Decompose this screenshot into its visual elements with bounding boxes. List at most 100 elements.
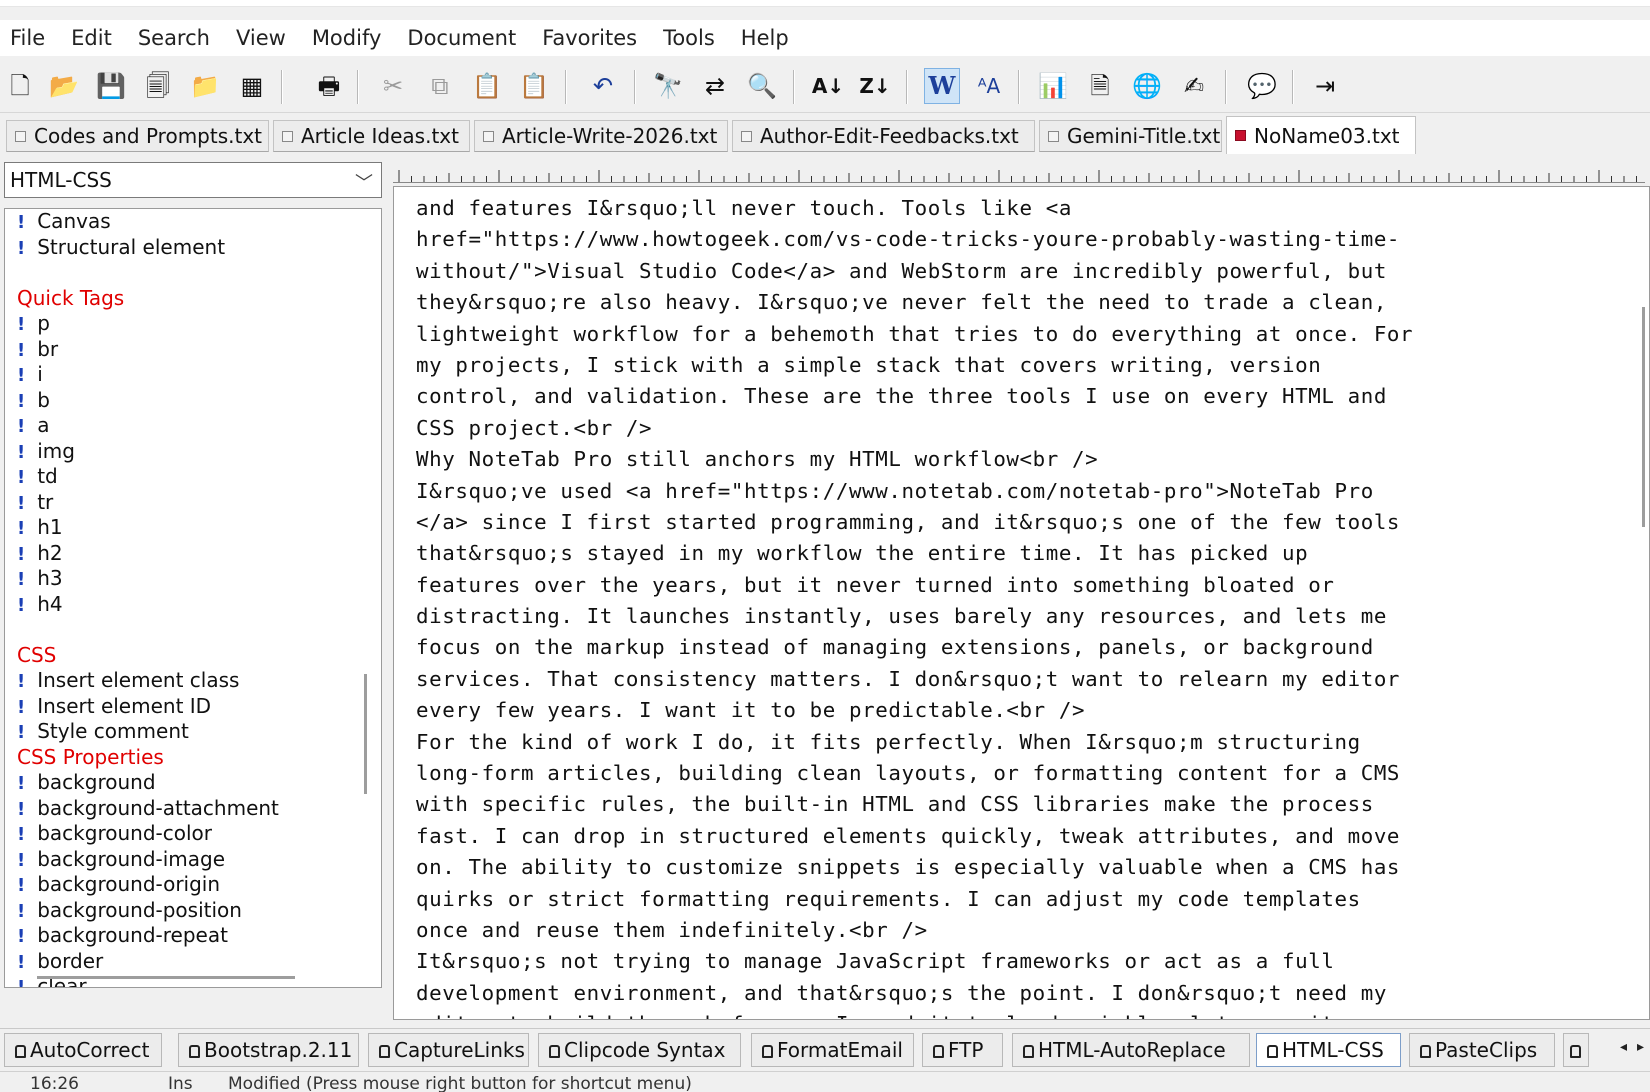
clip-item[interactable]: ! Style comment: [17, 719, 361, 745]
copy-icon[interactable]: ⧉: [422, 68, 458, 104]
menu-view[interactable]: View: [223, 26, 299, 50]
clip-marker-icon: !: [17, 518, 26, 539]
paste-special-icon[interactable]: 📋: [516, 68, 552, 104]
browser-preview-icon[interactable]: 🌐: [1129, 68, 1165, 104]
menu-document[interactable]: Document: [394, 26, 529, 50]
word-wrap-icon[interactable]: W: [924, 68, 960, 104]
menu-file[interactable]: File: [0, 26, 58, 50]
clip-list-hscrollbar[interactable]: [37, 976, 295, 979]
open-folder-icon[interactable]: 📂: [46, 68, 82, 104]
new-document-icon[interactable]: 🗋: [2, 68, 38, 104]
font-size-icon[interactable]: ᴬA: [971, 68, 1007, 104]
clipbook-tab-html-css[interactable]: HTML-CSS: [1256, 1033, 1401, 1067]
clip-item[interactable]: ! p: [17, 311, 361, 337]
spell-check-icon[interactable]: ✍: [1176, 68, 1212, 104]
print-icon[interactable]: 🖶: [311, 68, 347, 104]
editor-line: every few years. I want it to be predict…: [416, 698, 1086, 723]
clip-item[interactable]: ! td: [17, 464, 361, 490]
clip-item[interactable]: ! border: [17, 949, 361, 975]
clip-item[interactable]: ! background-color: [17, 821, 361, 847]
clip-item[interactable]: ! a: [17, 413, 361, 439]
open-favorite-icon[interactable]: 📁: [187, 68, 223, 104]
statistics-icon[interactable]: 📊: [1035, 68, 1071, 104]
clipbook-tab-html-autoreplace[interactable]: HTML-AutoReplace: [1012, 1033, 1250, 1067]
clip-item[interactable]: ! background-attachment: [17, 796, 361, 822]
clip-item-label: h2: [37, 540, 63, 565]
clip-item[interactable]: ! tr: [17, 490, 361, 516]
replace-icon[interactable]: ⇄: [697, 68, 733, 104]
clip-item[interactable]: ! Structural element: [17, 235, 361, 261]
editor-line: focus on the markup instead of managing …: [416, 635, 1374, 660]
clip-item[interactable]: ! h2: [17, 541, 361, 567]
find-in-files-icon[interactable]: 🔍: [744, 68, 780, 104]
clip-marker-icon: !: [17, 237, 26, 259]
find-icon[interactable]: 🔭: [650, 68, 686, 104]
clip-item[interactable]: ! background: [17, 770, 361, 796]
clip-marker-icon: !: [17, 900, 26, 922]
cut-icon[interactable]: ✂: [375, 68, 411, 104]
paste-new-icon[interactable]: ▦: [234, 68, 270, 104]
menu-edit[interactable]: Edit: [58, 26, 125, 50]
chevron-left-icon[interactable]: ◂: [1620, 1039, 1627, 1055]
tab-article-ideas[interactable]: Article Ideas.txt: [273, 120, 470, 152]
menu-tools[interactable]: Tools: [650, 26, 728, 50]
document-properties-icon[interactable]: 🗎: [1082, 68, 1118, 104]
clip-marker-icon: !: [17, 773, 26, 794]
document-icon: [741, 130, 752, 142]
clip-item[interactable]: ! h1: [17, 515, 361, 541]
clipbook-tab-partial[interactable]: [1563, 1033, 1589, 1067]
library-select[interactable]: HTML-CSS ﹀: [4, 162, 382, 198]
tab-author-edit-feedbacks[interactable]: Author-Edit-Feedbacks.txt: [732, 120, 1035, 152]
editor-scrollbar[interactable]: [1642, 307, 1645, 527]
paste-icon[interactable]: 📋: [469, 68, 505, 104]
tab-noname03[interactable]: NoName03.txt: [1226, 116, 1416, 154]
clip-item[interactable]: ! Insert element class: [17, 668, 361, 694]
clip-item[interactable]: ! background-image: [17, 847, 361, 873]
clip-list[interactable]: ! Canvas! Structural element Quick Tags! p! b…: [4, 208, 382, 988]
sort-descending-icon[interactable]: Z↓: [857, 68, 893, 104]
clip-marker-icon: !: [17, 824, 26, 845]
clip-list-scrollbar[interactable]: [364, 674, 367, 794]
clip-item-label: h1: [37, 515, 63, 539]
clip-item[interactable]: ! background-repeat: [17, 923, 361, 949]
tab-codes-and-prompts[interactable]: Codes and Prompts.txt: [6, 120, 269, 152]
menu-favorites[interactable]: Favorites: [529, 26, 650, 50]
sort-ascending-icon[interactable]: A↓: [810, 68, 846, 104]
editor-pane[interactable]: and features I&rsquo;ll never touch. Too…: [393, 186, 1650, 1020]
library-icon: [933, 1044, 944, 1058]
toolbar-separator: [793, 70, 795, 104]
clipbook-tab-autocorrect[interactable]: AutoCorrect: [4, 1033, 162, 1067]
clip-item[interactable]: ! br: [17, 337, 361, 363]
save-all-icon[interactable]: 🗐: [140, 68, 176, 104]
comment-icon[interactable]: 💬: [1244, 68, 1280, 104]
menu-modify[interactable]: Modify: [299, 26, 395, 50]
tab-article-write-2026[interactable]: Article-Write-2026.txt: [474, 120, 728, 152]
clipbook-tab-capturelinks[interactable]: CaptureLinks: [368, 1033, 529, 1067]
clipbook-tab-bootstrap[interactable]: Bootstrap.2.11: [178, 1033, 359, 1067]
clipbook-tab-formatemail[interactable]: FormatEmail: [751, 1033, 914, 1067]
undo-icon[interactable]: ↶: [585, 68, 621, 104]
clip-item[interactable]: ! h4: [17, 592, 361, 618]
clip-item[interactable]: ! i: [17, 362, 361, 388]
clip-marker-icon: !: [17, 543, 26, 565]
clipbook-tab-ftp[interactable]: FTP: [922, 1033, 1003, 1067]
editor-text[interactable]: and features I&rsquo;ll never touch. Too…: [416, 193, 1629, 1019]
document-icon: [282, 130, 293, 142]
clipbook-tab-pasteclips[interactable]: PasteClips: [1409, 1033, 1555, 1067]
clip-item[interactable]: ! background-origin: [17, 872, 361, 898]
exit-icon[interactable]: ⇥: [1307, 68, 1343, 104]
tab-gemini-title[interactable]: Gemini-Title.txt: [1039, 120, 1222, 152]
menu-search[interactable]: Search: [125, 26, 223, 50]
chevron-right-icon[interactable]: ▸: [1637, 1039, 1644, 1055]
clip-item[interactable]: ! img: [17, 439, 361, 465]
clipbook-tab-clipcode-syntax[interactable]: Clipcode Syntax: [538, 1033, 741, 1067]
clip-item[interactable]: ! background-position: [17, 898, 361, 924]
clip-item[interactable]: ! Canvas: [17, 209, 361, 235]
clip-item-label: background-origin: [37, 872, 221, 896]
clip-item[interactable]: ! Insert element ID: [17, 694, 361, 720]
clip-item[interactable]: ! b: [17, 388, 361, 414]
save-icon[interactable]: 💾: [93, 68, 129, 104]
clip-item[interactable]: ! h3: [17, 566, 361, 592]
document-icon: [1048, 130, 1059, 142]
menu-help[interactable]: Help: [728, 26, 802, 50]
